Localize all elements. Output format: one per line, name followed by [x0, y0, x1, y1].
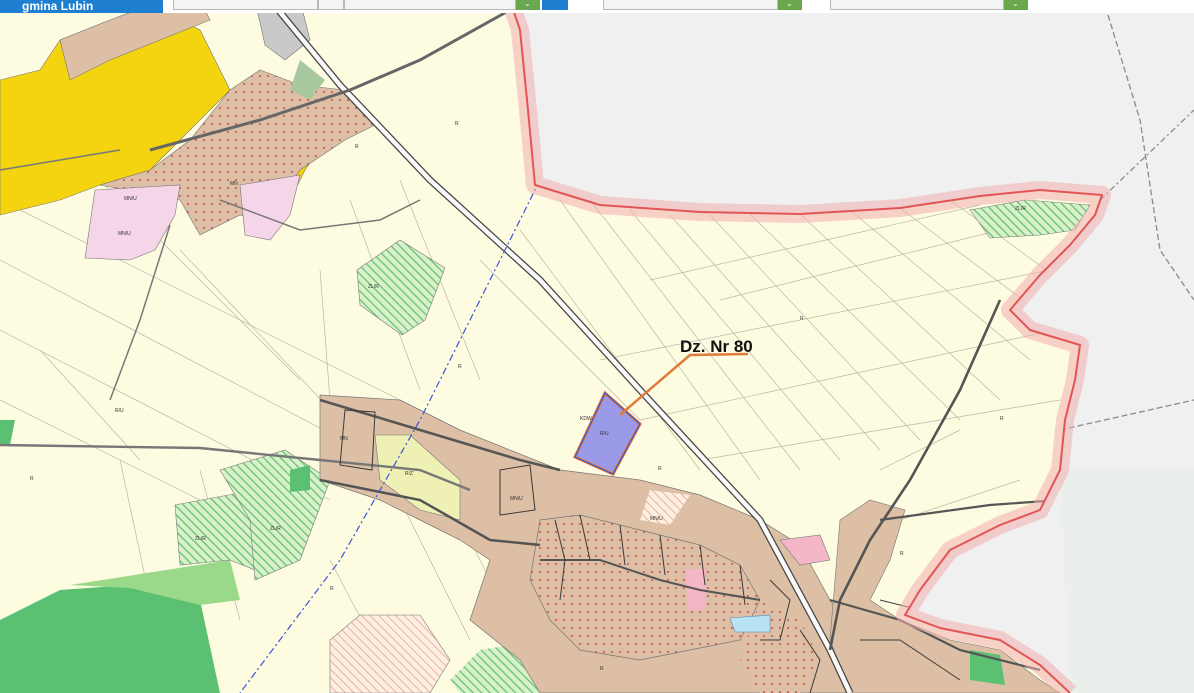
search-toolbar: gmina Lubin ⌄ ⌄ ⌄	[0, 0, 1194, 13]
svg-text:R: R	[900, 551, 904, 557]
svg-text:R: R	[330, 586, 334, 592]
svg-text:MN/U: MN/U	[650, 516, 663, 522]
svg-text:R: R	[455, 121, 459, 127]
search-go-button-2[interactable]: ⌄	[778, 0, 802, 10]
svg-text:R/U: R/U	[600, 431, 609, 437]
municipality-label: gmina Lubin	[0, 0, 163, 13]
svg-text:R: R	[355, 144, 359, 150]
search-submit-button[interactable]	[542, 0, 568, 10]
svg-text:ZL/R: ZL/R	[195, 536, 206, 542]
search-field-4[interactable]	[830, 0, 1004, 10]
chevron-down-icon: ⌄	[786, 0, 793, 8]
svg-text:MN/U: MN/U	[118, 231, 131, 237]
search-go-button-3[interactable]: ⌄	[1004, 0, 1028, 10]
svg-text:MN/U: MN/U	[510, 496, 523, 502]
svg-text:MN: MN	[340, 436, 348, 442]
svg-text:R: R	[1000, 416, 1004, 422]
svg-text:R/Z: R/Z	[405, 471, 413, 477]
svg-text:ZL/R: ZL/R	[368, 284, 379, 290]
search-go-button-1[interactable]: ⌄	[516, 0, 540, 10]
svg-text:R: R	[800, 316, 804, 322]
chevron-down-icon: ⌄	[1012, 0, 1019, 8]
parcel-label: Dz. Nr 80	[680, 337, 753, 356]
search-field-1-clear[interactable]	[318, 0, 344, 10]
svg-text:R/U: R/U	[115, 408, 124, 414]
svg-text:ZL/R: ZL/R	[270, 526, 281, 532]
search-field-2[interactable]	[344, 0, 516, 10]
zoning-map[interactable]: RRR ZL/RR/UR RRR/U RZL/RZL/R ZL/RMNMN/U …	[0, 0, 1194, 693]
svg-text:R: R	[658, 466, 662, 472]
svg-text:ZL/R: ZL/R	[1015, 206, 1026, 212]
chevron-down-icon: ⌄	[524, 0, 531, 8]
svg-text:R: R	[458, 364, 462, 370]
svg-text:MN/U: MN/U	[124, 196, 137, 202]
search-field-3[interactable]	[603, 0, 778, 10]
outside-greenish	[1060, 470, 1194, 693]
svg-text:KDW: KDW	[580, 416, 592, 422]
search-field-1[interactable]	[173, 0, 318, 10]
svg-text:R: R	[600, 666, 604, 672]
svg-text:MN: MN	[230, 181, 238, 187]
svg-text:R: R	[30, 476, 34, 482]
